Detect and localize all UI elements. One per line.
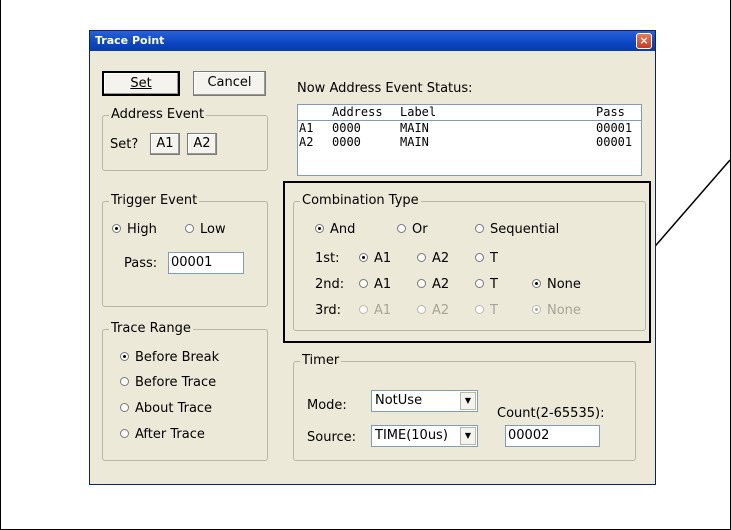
col-pass-header: Pass — [596, 105, 625, 119]
address-event-group: Address Event Set? A1 A2 — [102, 107, 268, 171]
row1-address: 0000 — [332, 121, 361, 135]
before-trace-radio[interactable]: Before Trace — [120, 375, 216, 391]
source-label: Source: — [307, 430, 357, 445]
row1-name: A1 — [299, 121, 314, 135]
row1-pass: 00001 — [596, 121, 633, 135]
before-break-label: Before Break — [135, 350, 220, 365]
source-select[interactable]: TIME(10us) ▼ — [371, 425, 478, 447]
status-label: Now Address Event Status: — [297, 81, 473, 96]
cancel-button[interactable]: Cancel — [193, 71, 266, 96]
dialog-title: Trace Point — [90, 31, 655, 51]
set-button[interactable]: Set — [102, 71, 180, 96]
mode-value: NotUse — [375, 393, 423, 408]
low-radio[interactable]: Low — [185, 222, 226, 238]
timer-title: Timer — [300, 353, 342, 369]
trigger-event-group: Trigger Event High Low Pass: 00001 — [102, 193, 268, 307]
row2-label: MAIN — [400, 135, 429, 149]
chevron-down-icon[interactable]: ▼ — [460, 392, 476, 410]
pass-input[interactable]: 00001 — [168, 252, 244, 274]
high-label: High — [127, 222, 157, 237]
about-trace-label: About Trace — [135, 401, 213, 416]
row1-label: MAIN — [400, 121, 429, 135]
after-trace-radio[interactable]: After Trace — [120, 427, 205, 443]
combination-highlight-box — [283, 181, 651, 343]
pass-label: Pass: — [124, 256, 158, 271]
source-value: TIME(10us) — [375, 428, 448, 443]
count-input[interactable]: 00002 — [505, 425, 600, 447]
row2-pass: 00001 — [596, 135, 633, 149]
timer-group: Timer Mode: NotUse ▼ Source: TIME(10us) … — [293, 353, 636, 461]
address-status-table: Address Label Pass A1 0000 MAIN 00001 A2… — [297, 104, 642, 176]
before-trace-label: Before Trace — [135, 375, 217, 390]
about-trace-radio[interactable]: About Trace — [120, 401, 212, 417]
a1-button[interactable]: A1 — [150, 133, 180, 155]
col-address-header: Address — [332, 105, 383, 119]
mode-select[interactable]: NotUse ▼ — [371, 390, 478, 412]
count-label: Count(2-65535): — [497, 406, 605, 421]
mode-label: Mode: — [307, 398, 347, 413]
before-break-radio[interactable]: Before Break — [120, 350, 219, 366]
col-label-header: Label — [400, 105, 437, 119]
row2-address: 0000 — [332, 135, 361, 149]
trigger-event-title: Trigger Event — [109, 193, 200, 209]
high-radio[interactable]: High — [112, 222, 157, 238]
low-label: Low — [200, 222, 226, 237]
set-question-label: Set? — [110, 137, 139, 152]
set-button-label: Set — [130, 76, 152, 91]
trace-range-group: Trace Range Before Break Before Trace Ab… — [102, 321, 268, 461]
row2-name: A2 — [299, 135, 314, 149]
after-trace-label: After Trace — [135, 427, 205, 442]
close-icon[interactable]: × — [636, 33, 652, 49]
trace-range-title: Trace Range — [109, 321, 193, 337]
a2-button[interactable]: A2 — [187, 133, 217, 155]
address-event-title: Address Event — [109, 107, 207, 123]
chevron-down-icon[interactable]: ▼ — [460, 427, 476, 445]
